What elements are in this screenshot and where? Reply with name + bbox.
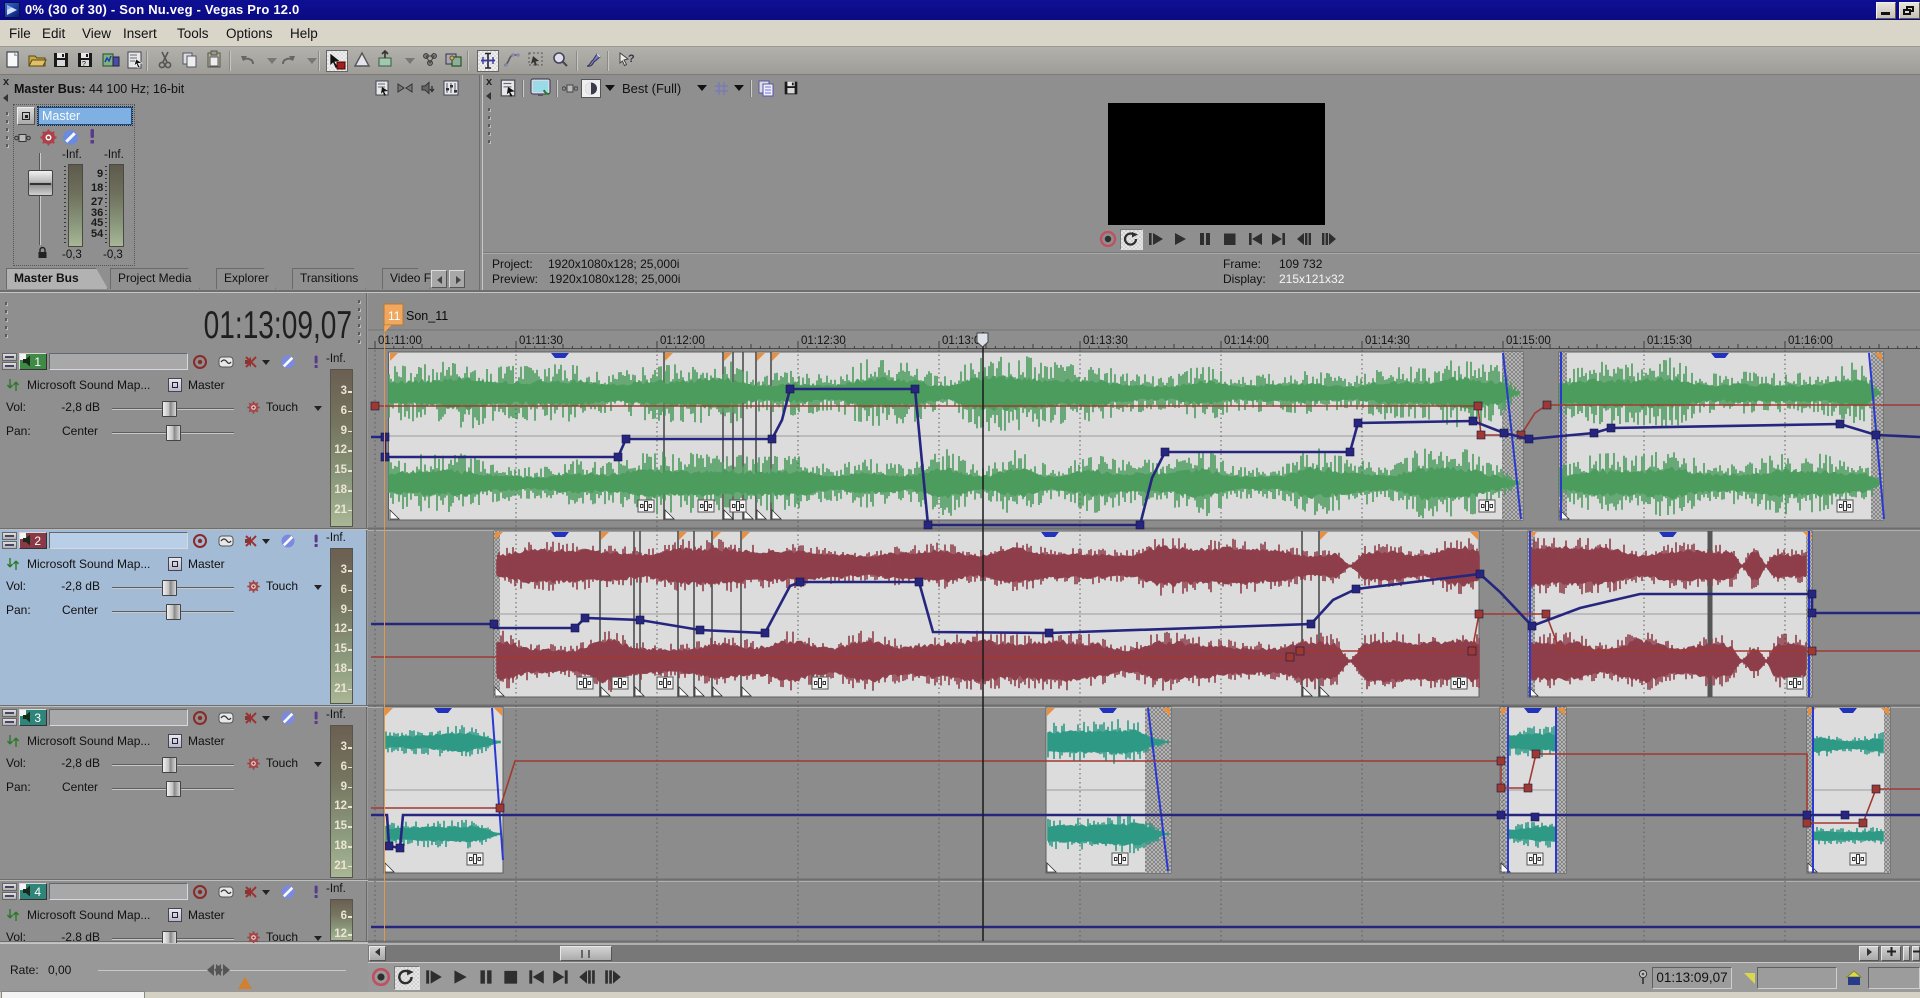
svg-text:?: ?	[628, 53, 635, 65]
svg-text:01:13:0: 01:13:0	[942, 335, 980, 347]
svg-text:01:15:30: 01:15:30	[1647, 335, 1692, 347]
svg-text:Son_11: Son_11	[406, 309, 448, 323]
svg-text:01:13:30: 01:13:30	[1083, 335, 1128, 347]
svg-text:01:16:00: 01:16:00	[1788, 335, 1833, 347]
svg-text:01:15:00: 01:15:00	[1506, 335, 1551, 347]
svg-text:01:12:30: 01:12:30	[801, 335, 846, 347]
svg-text:01:11:30: 01:11:30	[519, 335, 563, 347]
svg-text:11: 11	[388, 309, 401, 323]
svg-text:01:14:00: 01:14:00	[1224, 335, 1269, 347]
svg-text:01:12:00: 01:12:00	[660, 335, 705, 347]
svg-text:01:14:30: 01:14:30	[1365, 335, 1410, 347]
svg-text:?: ?	[82, 61, 86, 68]
